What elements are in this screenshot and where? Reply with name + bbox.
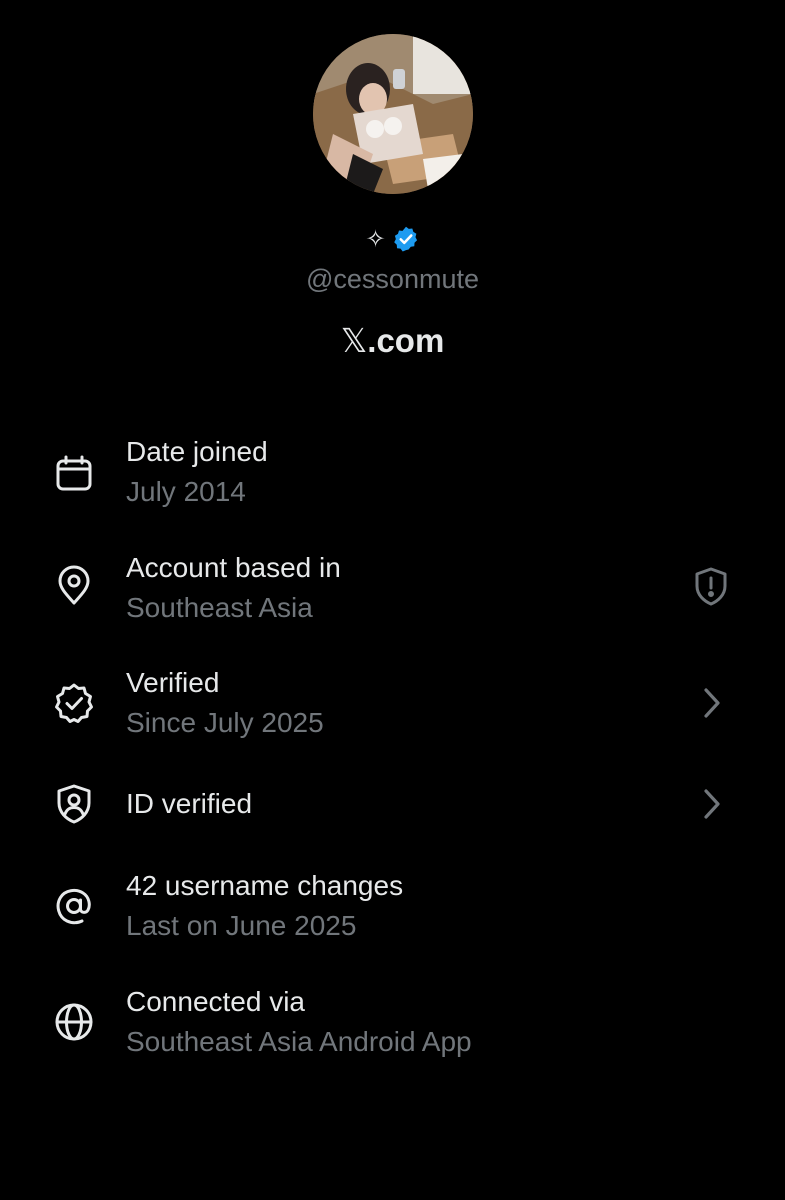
site-brand: 𝕏.com [0, 320, 785, 362]
brand-domain: .com [367, 322, 445, 359]
display-name-row: ✧ [0, 224, 785, 254]
detail-title: ID verified [126, 788, 253, 819]
display-name: ✧ [365, 225, 386, 253]
avatar-image [313, 34, 473, 194]
detail-row-connected-via: Connected via Southeast Asia Android App [0, 982, 785, 1066]
detail-row-account-based-in: Account based in Southeast Asia [0, 548, 785, 632]
shield-alert-icon[interactable] [689, 564, 733, 608]
x-logo-text: 𝕏 [340, 321, 368, 360]
detail-text: 42 username changes Last on June 2025 [126, 866, 403, 946]
detail-row-verified[interactable]: Verified Since July 2025 [0, 663, 785, 747]
username-handle: @cessonmute [306, 264, 479, 294]
account-about-page: ✧ @cessonmute 𝕏.com Date joined July 201… [0, 0, 785, 1200]
detail-text: ID verified [126, 784, 252, 824]
detail-title: Verified [126, 667, 220, 698]
detail-text: Account based in Southeast Asia [126, 548, 341, 628]
detail-subtitle: Southeast Asia [126, 592, 313, 623]
verified-badge-icon [392, 225, 420, 253]
at-sign-icon [52, 884, 96, 928]
detail-subtitle: Southeast Asia Android App [126, 1026, 472, 1057]
detail-row-id-verified[interactable]: ID verified [0, 782, 785, 826]
detail-title: Date joined [126, 436, 268, 467]
calendar-icon [52, 452, 96, 496]
detail-row-username-changes: 42 username changes Last on June 2025 [0, 866, 785, 950]
detail-row-date-joined: Date joined July 2014 [0, 432, 785, 516]
detail-subtitle: Last on June 2025 [126, 910, 357, 941]
id-shield-icon [52, 782, 96, 826]
detail-text: Connected via Southeast Asia Android App [126, 982, 472, 1062]
chevron-right-icon[interactable] [690, 782, 734, 826]
avatar[interactable] [313, 34, 473, 194]
globe-icon [52, 1000, 96, 1044]
detail-text: Verified Since July 2025 [126, 663, 324, 743]
detail-title: Connected via [126, 986, 306, 1017]
chevron-right-icon[interactable] [690, 681, 734, 725]
detail-title: 42 username changes [126, 870, 404, 901]
detail-title: Account based in [126, 552, 341, 583]
detail-subtitle: July 2014 [126, 476, 246, 507]
verified-badge-outline-icon [52, 681, 96, 725]
detail-subtitle: Since July 2025 [126, 707, 324, 738]
location-pin-icon [52, 564, 96, 608]
detail-text: Date joined July 2014 [126, 432, 268, 512]
